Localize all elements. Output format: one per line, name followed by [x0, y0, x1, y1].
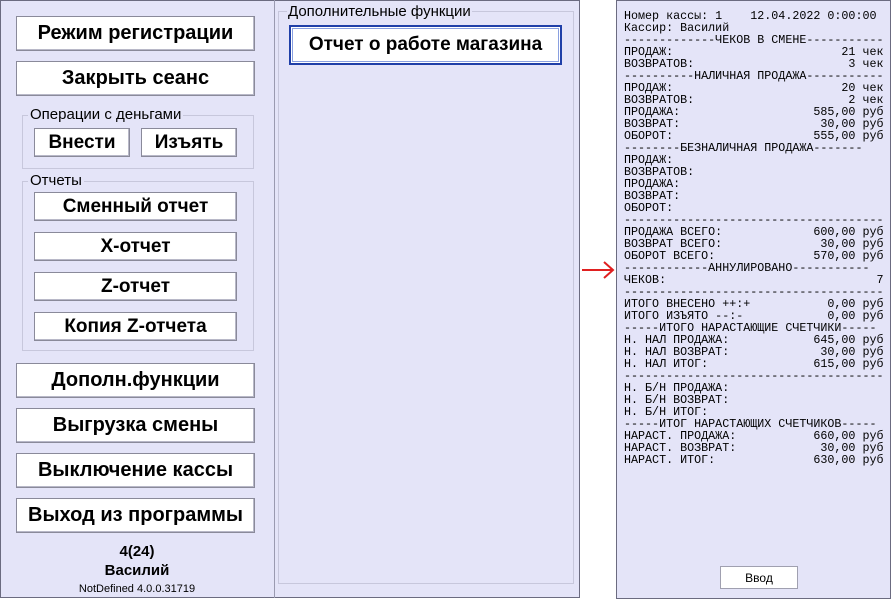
right-arrow-icon [582, 261, 615, 279]
export-shift-button[interactable]: Выгрузка смены [16, 408, 255, 443]
z-report-button[interactable]: Z-отчет [34, 272, 237, 301]
registration-mode-button[interactable]: Режим регистрации [16, 16, 255, 51]
extra-functions-panel [278, 11, 574, 584]
store-report-button[interactable]: Отчет о работе магазина [289, 25, 562, 65]
close-session-button[interactable]: Закрыть сеанс [16, 61, 255, 96]
withdraw-button[interactable]: Изъять [141, 128, 237, 157]
money-operations-title: Операции с деньгами [28, 106, 184, 123]
shift-report-button[interactable]: Сменный отчет [34, 192, 237, 221]
x-report-button[interactable]: X-отчет [34, 232, 237, 261]
column-divider [274, 0, 275, 598]
power-off-button[interactable]: Выключение кассы [16, 453, 255, 488]
deposit-button[interactable]: Внести [34, 128, 130, 157]
extra-functions-title: Дополнительные функции [287, 3, 472, 20]
z-report-copy-button[interactable]: Копия Z-отчета [34, 312, 237, 341]
cashier-name: Василий [104, 562, 170, 579]
exit-button[interactable]: Выход из программы [16, 498, 255, 533]
receipt-line: НАРАСТ. ИТОГ: 630,00 руб [624, 453, 884, 467]
enter-button[interactable]: Ввод [720, 566, 798, 589]
extra-functions-button[interactable]: Дополн.функции [16, 363, 255, 398]
receipt-text: Номер кассы: 1 12.04.2022 0:00:00 Кассир… [624, 10, 886, 466]
reports-title: Отчеты [28, 172, 84, 189]
session-counter: 4(24) [119, 543, 155, 560]
app-version: NotDefined 4.0.0.31719 [78, 583, 196, 595]
